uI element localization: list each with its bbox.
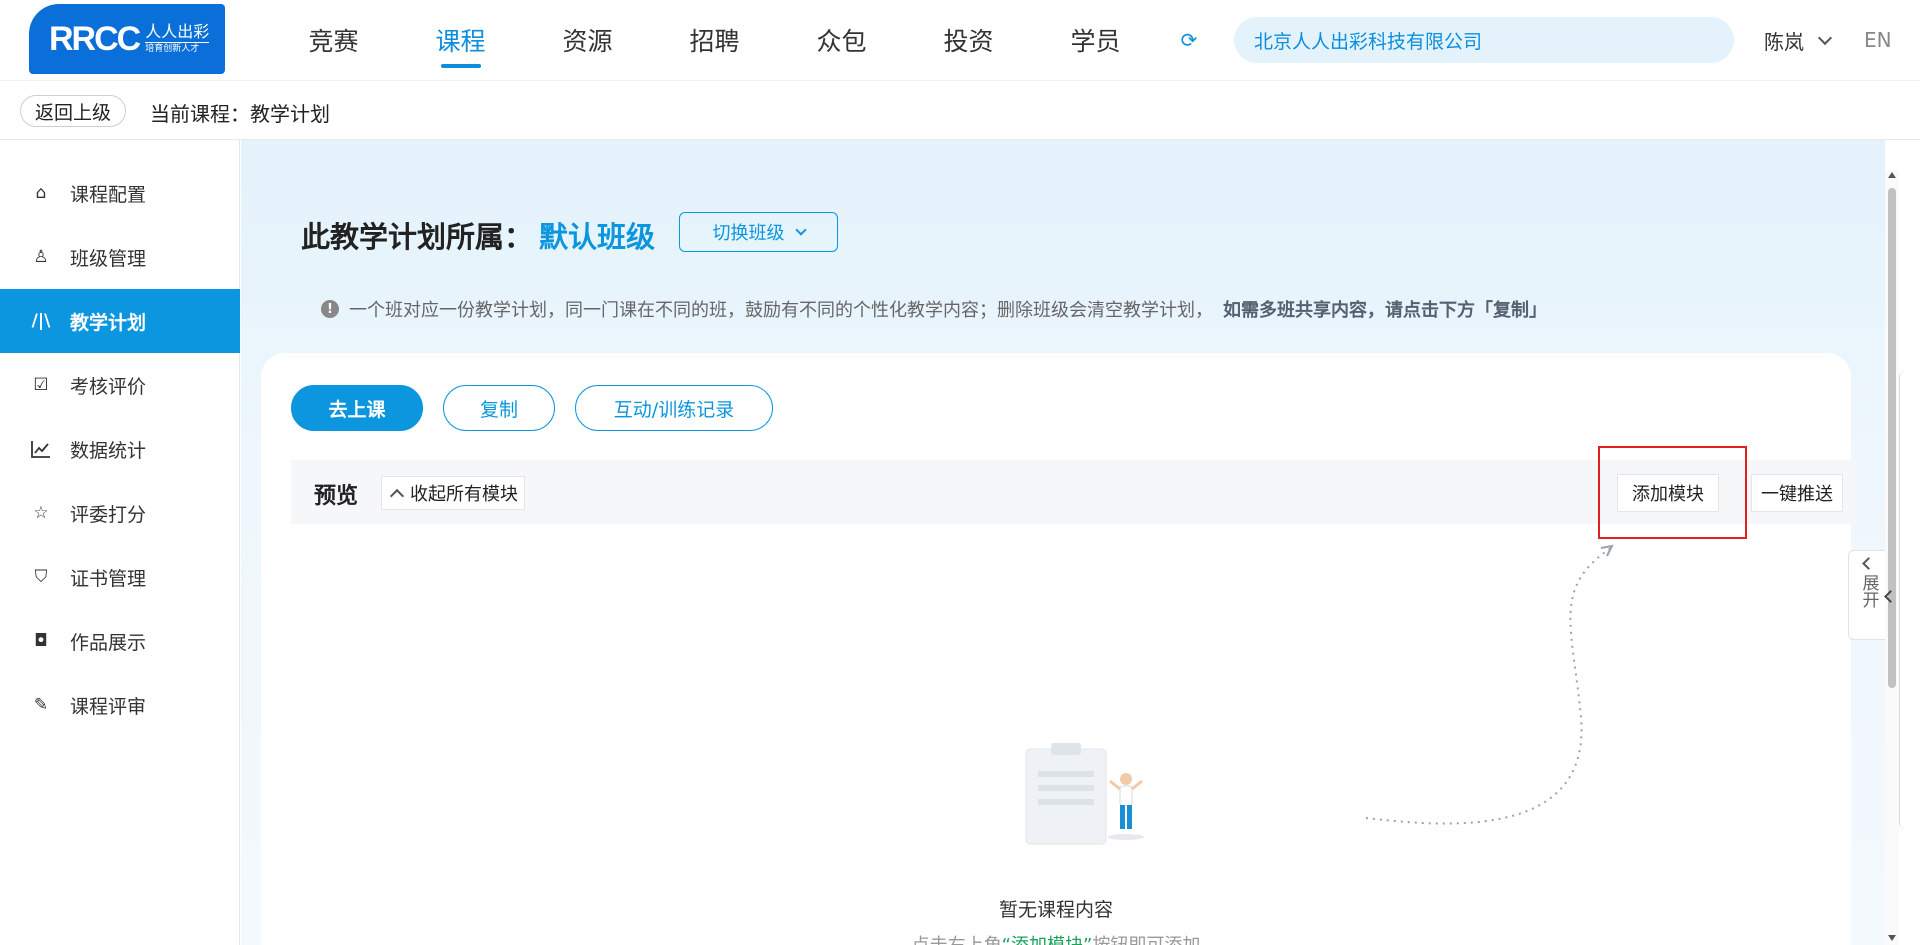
sidebar-item-label: 评委打分 xyxy=(70,503,147,526)
nav-students[interactable]: 学员 xyxy=(1032,0,1159,80)
sidebar-item-assessment[interactable]: ☑ 考核评价 xyxy=(0,353,240,417)
nav-investment[interactable]: 投资 xyxy=(905,0,1032,80)
nav-recruitment[interactable]: 招聘 xyxy=(651,0,778,80)
dotted-arrow xyxy=(1365,544,1614,825)
home-icon: ⌂ xyxy=(35,183,47,203)
sidebar: ⌂ 课程配置 ♙ 班级管理 /|\ 教学计划 ☑ 考核评价 数据统计 ☆ 评委打… xyxy=(0,140,240,945)
sidebar-item-statistics[interactable]: 数据统计 xyxy=(0,417,240,481)
sidebar-item-label: 课程评审 xyxy=(70,695,147,718)
user-search-icon: ♙ xyxy=(33,247,49,267)
sidebar-item-judge-scoring[interactable]: ☆ 评委打分 xyxy=(0,481,240,545)
page-title: 此教学计划所属： 默认班级 xyxy=(301,214,655,256)
info-icon: ! xyxy=(321,300,339,318)
sidebar-item-course-review[interactable]: ✎ 课程评审 xyxy=(0,673,240,737)
notice-text: 一个班对应一份教学计划，同一门课在不同的班，鼓励有不同的个性化教学内容；删除班级… xyxy=(349,300,1213,321)
go-to-class-button[interactable]: 去上课 xyxy=(291,385,423,431)
breadcrumb: 当前课程：教学计划 xyxy=(150,102,330,126)
chevron-left-icon xyxy=(1862,557,1875,570)
action-row: 去上课 复制 互动/训练记录 xyxy=(291,385,773,431)
nav-resources[interactable]: 资源 xyxy=(524,0,651,80)
sidebar-item-class-management[interactable]: ♙ 班级管理 xyxy=(0,225,240,289)
sidebar-item-label: 数据统计 xyxy=(70,439,147,462)
one-click-push-button[interactable]: 一键推送 xyxy=(1751,474,1843,512)
scroll-thumb[interactable] xyxy=(1888,188,1896,688)
interaction-records-button[interactable]: 互动/训练记录 xyxy=(575,385,773,431)
notice-strong: 如需多班共享内容，请点击下方「复制」 xyxy=(1223,300,1547,321)
edit-doc-icon: ✎ xyxy=(33,695,49,715)
copy-button[interactable]: 复制 xyxy=(443,385,555,431)
scroll-up-arrow[interactable] xyxy=(1888,172,1896,178)
main-content: 此教学计划所属： 默认班级 切换班级 ! 一个班对应一份教学计划，同一门课在不同… xyxy=(241,140,1885,945)
sidebar-item-works[interactable]: ◘ 作品展示 xyxy=(0,609,240,673)
refresh-icon[interactable]: ⟳ xyxy=(1178,28,1200,52)
empty-hint-highlight: “添加模块” xyxy=(1002,935,1093,945)
empty-state-illustration xyxy=(1025,743,1144,845)
logo-slogan: 培育创新人才 xyxy=(145,42,210,55)
scrollbar[interactable] xyxy=(1885,170,1899,945)
switch-class-button[interactable]: 切换班级 xyxy=(679,212,838,252)
logo[interactable]: RRCC 人人出彩 培育创新人才 xyxy=(29,4,225,74)
empty-hint-pre: 点击右上角 xyxy=(912,935,1002,945)
user-menu[interactable]: 陈岚 xyxy=(1764,26,1833,55)
nav-course[interactable]: 课程 xyxy=(397,0,524,80)
plan-title-prefix: 此教学计划所属： xyxy=(301,220,534,254)
plan-class-name: 默认班级 xyxy=(539,220,656,254)
books-icon: /|\ xyxy=(31,311,51,331)
line-chart-icon xyxy=(30,438,52,460)
preview-bar: 预览 收起所有模块 添加模块 一键推送 xyxy=(291,446,1857,539)
switch-class-label: 切换班级 xyxy=(712,223,785,244)
expand-label: 展开 xyxy=(1858,574,1879,608)
sidebar-item-course-config[interactable]: ⌂ 课程配置 xyxy=(0,161,240,225)
right-side-drawer[interactable] xyxy=(1899,370,1920,830)
logo-cn: 人人出彩 xyxy=(145,21,210,41)
preview-label: 预览 xyxy=(314,484,359,509)
sidebar-item-label: 证书管理 xyxy=(70,567,147,590)
collapse-all-button[interactable]: 收起所有模块 xyxy=(381,476,525,510)
logo-text: RRCC xyxy=(49,19,141,58)
sidebar-item-label: 班级管理 xyxy=(70,247,147,270)
collapse-all-label: 收起所有模块 xyxy=(410,484,518,505)
chevron-down-icon xyxy=(1817,30,1833,45)
shield-check-icon: ⛉ xyxy=(34,567,48,587)
expand-panel-tab[interactable]: 展开 xyxy=(1848,550,1888,640)
sidebar-item-label: 考核评价 xyxy=(70,375,147,398)
star-pointer-icon: ☆ xyxy=(33,503,49,523)
back-button[interactable]: 返回上级 xyxy=(20,95,127,127)
nav-competition[interactable]: 竞赛 xyxy=(270,0,397,80)
empty-state-title: 暂无课程内容 xyxy=(998,899,1113,921)
sidebar-item-label: 课程配置 xyxy=(70,183,147,206)
company-switcher[interactable]: 北京人人出彩科技有限公司 xyxy=(1234,17,1734,63)
camera-icon: ◘ xyxy=(34,631,48,651)
main-nav: 竞赛 课程 资源 招聘 众包 投资 学员 xyxy=(270,0,1159,80)
plan-card: 去上课 复制 互动/训练记录 预览 收起所有模块 添加模块 一键推送 暂无课程内… xyxy=(261,353,1857,945)
chevron-up-icon xyxy=(389,488,405,503)
user-name: 陈岚 xyxy=(1764,30,1804,54)
top-nav: RRCC 人人出彩 培育创新人才 竞赛 课程 资源 招聘 众包 投资 学员 ⟳ … xyxy=(0,0,1920,80)
add-module-button[interactable]: 添加模块 xyxy=(1617,474,1719,512)
sidebar-item-teaching-plan[interactable]: /|\ 教学计划 xyxy=(0,289,240,353)
breadcrumb-bar: 返回上级 当前课程：教学计划 xyxy=(0,80,1920,140)
scroll-down-arrow[interactable] xyxy=(1888,935,1896,941)
sidebar-item-certificates[interactable]: ⛉ 证书管理 xyxy=(0,545,240,609)
sidebar-item-label: 教学计划 xyxy=(70,311,147,334)
notice: ! 一个班对应一份教学计划，同一门课在不同的班，鼓励有不同的个性化教学内容；删除… xyxy=(321,296,1547,322)
chevron-down-icon xyxy=(794,223,807,236)
nav-crowdsourcing[interactable]: 众包 xyxy=(778,0,905,80)
sidebar-item-label: 作品展示 xyxy=(70,631,147,654)
language-toggle[interactable]: EN xyxy=(1864,28,1892,52)
calendar-check-icon: ☑ xyxy=(33,375,49,395)
empty-hint-post: 按钮即可添加 xyxy=(1092,935,1200,945)
empty-state-hint: 点击右上角“添加模块”按钮即可添加 xyxy=(261,931,1851,945)
